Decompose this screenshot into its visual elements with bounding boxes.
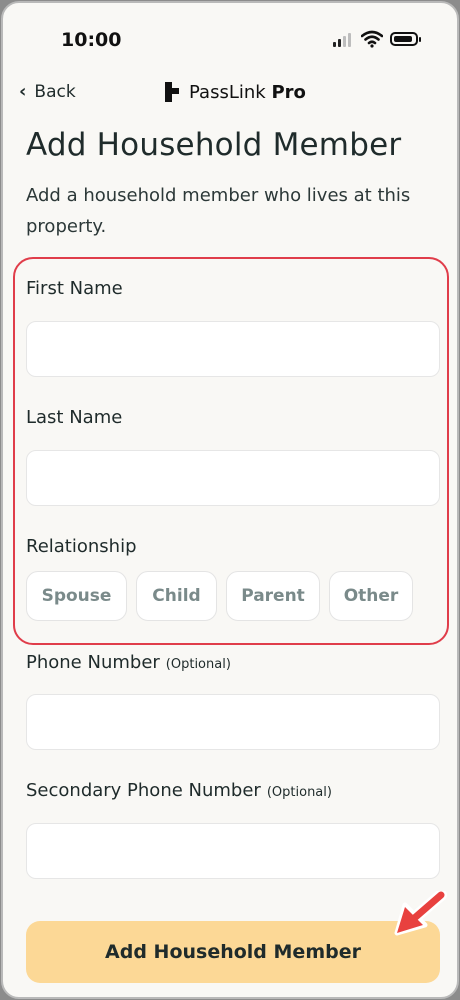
passlink-logo-icon <box>165 82 179 102</box>
secondary-phone-label-text: Secondary Phone Number <box>26 780 261 801</box>
page-title: Add Household Member <box>26 127 402 163</box>
battery-icon <box>390 32 421 46</box>
first-name-input[interactable] <box>26 321 440 377</box>
secondary-phone-input[interactable] <box>26 823 440 879</box>
back-label: Back <box>34 81 76 102</box>
nav-bar: ‹ Back PassLink Pro <box>3 75 457 115</box>
pointer-arrow-icon <box>394 891 447 936</box>
phone-frame: 10:00 ‹ Back PassLink Pro Add Household … <box>1 1 459 999</box>
relationship-option-other[interactable]: Other <box>329 571 413 621</box>
relationship-option-parent[interactable]: Parent <box>226 571 320 621</box>
last-name-label: Last Name <box>26 407 123 428</box>
phone-number-label: Phone Number (Optional) <box>26 652 231 673</box>
last-name-input[interactable] <box>26 450 440 506</box>
cellular-signal-icon <box>333 33 351 47</box>
phone-number-label-text: Phone Number <box>26 652 160 673</box>
wifi-icon <box>361 30 383 48</box>
brand-suffix: Pro <box>271 81 306 103</box>
phone-number-input[interactable] <box>26 694 440 750</box>
relationship-label: Relationship <box>26 536 137 557</box>
brand-name: PassLink <box>189 81 266 103</box>
first-name-label: First Name <box>26 278 123 299</box>
optional-tag: (Optional) <box>165 657 231 672</box>
status-time: 10:00 <box>61 29 122 51</box>
relationship-options: Spouse Child Parent Other <box>26 571 413 621</box>
secondary-phone-label: Secondary Phone Number (Optional) <box>26 780 332 801</box>
status-bar: 10:00 <box>3 3 457 73</box>
optional-tag: (Optional) <box>266 785 332 800</box>
page-subtitle: Add a household member who lives at this… <box>26 185 411 237</box>
relationship-option-child[interactable]: Child <box>136 571 217 621</box>
back-button[interactable]: ‹ Back <box>19 81 76 102</box>
chevron-left-icon: ‹ <box>19 81 27 102</box>
relationship-option-spouse[interactable]: Spouse <box>26 571 127 621</box>
add-household-member-button[interactable]: Add Household Member <box>26 921 440 983</box>
brand-logo: PassLink Pro <box>163 81 306 103</box>
